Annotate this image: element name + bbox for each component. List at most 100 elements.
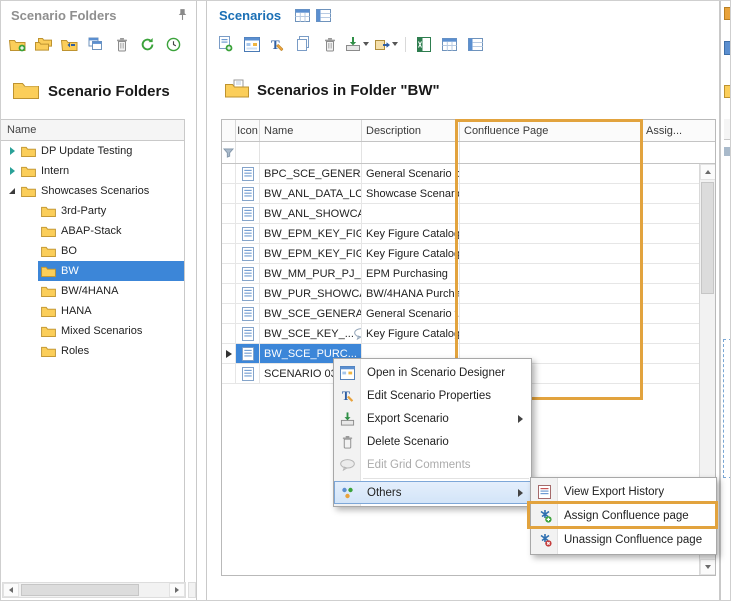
cell-confluence-page[interactable] bbox=[460, 284, 642, 303]
scroll-right-button[interactable] bbox=[169, 583, 185, 597]
scenario-row[interactable]: BW_MM_PUR_PJ_01 EPM Purchasing bbox=[222, 264, 715, 284]
cell-confluence-page[interactable] bbox=[460, 204, 642, 223]
collapse-icon[interactable] bbox=[6, 181, 18, 201]
cell-name[interactable]: BW_EPM_KEY_FIG... bbox=[260, 224, 362, 243]
cell-confluence-page[interactable] bbox=[460, 224, 642, 243]
cell-name[interactable]: BPC_SCE_GENERA... bbox=[260, 164, 362, 183]
cell-confluence-page[interactable] bbox=[460, 324, 642, 343]
tree-item-dp-update-testing[interactable]: DP Update Testing bbox=[1, 141, 184, 161]
export-excel-button[interactable] bbox=[413, 34, 434, 55]
pin-icon[interactable] bbox=[174, 7, 191, 24]
cell-confluence-page[interactable] bbox=[460, 244, 642, 263]
open-designer-button[interactable] bbox=[241, 34, 262, 55]
scenario-row[interactable]: BW_ANL_SHOWCA... bbox=[222, 204, 715, 224]
cell-name[interactable]: BW_EPM_KEY_FIG... bbox=[260, 244, 362, 263]
tree-item-hana[interactable]: HANA bbox=[1, 301, 184, 321]
grid-view-icon[interactable] bbox=[295, 9, 310, 25]
menu-item-unassign-confluence-page[interactable]: Unassign Confluence page bbox=[531, 528, 716, 552]
menu-item-assign-confluence-page[interactable]: Assign Confluence page bbox=[531, 504, 716, 528]
cell-description[interactable] bbox=[362, 204, 460, 223]
tree-item-bw[interactable]: BW bbox=[1, 261, 184, 281]
filter-cell-name[interactable] bbox=[260, 142, 362, 163]
tree-item-3rd-party[interactable]: 3rd-Party bbox=[1, 201, 184, 221]
menu-item-view-export-history[interactable]: View Export History bbox=[531, 480, 716, 504]
cell-name[interactable]: BW_MM_PUR_PJ_01 bbox=[260, 264, 362, 283]
tree-item-intern[interactable]: Intern bbox=[1, 161, 184, 181]
tree-item-mixed-scenarios[interactable]: Mixed Scenarios bbox=[1, 321, 184, 341]
scrollbar-thumb[interactable] bbox=[21, 584, 139, 596]
tree-item-showcases-scenarios[interactable]: Showcases Scenarios bbox=[1, 181, 184, 201]
tree-horizontal-scrollbar[interactable] bbox=[2, 582, 186, 598]
tree-item-bw4hana[interactable]: BW/4HANA bbox=[1, 281, 184, 301]
cell-name[interactable]: BW_ANL_SHOWCA... bbox=[260, 204, 362, 223]
cell-confluence-page[interactable] bbox=[460, 304, 642, 323]
filter-cell-icon[interactable] bbox=[236, 142, 260, 163]
cell-description[interactable]: Key Figure Catalog bbox=[362, 244, 460, 263]
delete-scenario-button[interactable] bbox=[319, 34, 340, 55]
table-layout-button[interactable] bbox=[439, 34, 460, 55]
tree-name-column-header[interactable]: Name bbox=[1, 120, 184, 141]
new-folder-button[interactable] bbox=[7, 34, 28, 55]
copy-folder-button[interactable] bbox=[33, 34, 54, 55]
scrollbar-thumb[interactable] bbox=[701, 182, 714, 294]
cell-name[interactable]: BW_PUR_SHOWCA... bbox=[260, 284, 362, 303]
scenario-row[interactable]: BW_EPM_KEY_FIG... Key Figure Catalog... bbox=[222, 224, 715, 244]
menu-item-open-in-scenario-designer[interactable]: Open in Scenario Designer bbox=[334, 361, 531, 384]
column-header-confluence-page[interactable]: Confluence Page bbox=[460, 120, 642, 141]
menu-item-edit-scenario-properties[interactable]: T Edit Scenario Properties bbox=[334, 384, 531, 407]
filter-cell-assign[interactable] bbox=[642, 142, 715, 163]
edit-properties-button[interactable]: T bbox=[267, 34, 288, 55]
cell-confluence-page[interactable] bbox=[460, 164, 642, 183]
filter-funnel-icon[interactable] bbox=[223, 148, 234, 158]
scrollbar-track[interactable] bbox=[19, 583, 169, 597]
tree-item-bo[interactable]: BO bbox=[1, 241, 184, 261]
column-header-assign[interactable]: Assig... bbox=[642, 120, 715, 141]
cell-description[interactable]: EPM Purchasing bbox=[362, 264, 460, 283]
cell-description[interactable]: Showcase Scenario... bbox=[362, 184, 460, 203]
delete-folder-button[interactable] bbox=[111, 34, 132, 55]
column-layout-button[interactable] bbox=[465, 34, 486, 55]
column-header-name[interactable]: Name bbox=[260, 120, 362, 141]
expand-icon[interactable] bbox=[6, 141, 18, 161]
menu-item-export-scenario[interactable]: Export Scenario bbox=[334, 407, 531, 430]
folder-properties-button[interactable] bbox=[85, 34, 106, 55]
export-scenario-button[interactable] bbox=[345, 36, 369, 52]
scroll-left-button[interactable] bbox=[3, 583, 19, 597]
copy-scenario-button[interactable] bbox=[293, 34, 314, 55]
menu-item-delete-scenario[interactable]: Delete Scenario bbox=[334, 430, 531, 453]
cell-description[interactable]: BW/4HANA Purcha... bbox=[362, 284, 460, 303]
scenario-row[interactable]: BW_PUR_SHOWCA... BW/4HANA Purcha... bbox=[222, 284, 715, 304]
cell-description[interactable]: General Scenario f... bbox=[362, 304, 460, 323]
card-view-icon[interactable] bbox=[316, 9, 331, 25]
cell-name[interactable]: BW_SCE_GENERAL... bbox=[260, 304, 362, 323]
scenario-row[interactable]: BW_EPM_KEY_FIG... Key Figure Catalog bbox=[222, 244, 715, 264]
scenario-row[interactable]: BW_SCE_KEY_... Key Figure Catalog... bbox=[222, 324, 715, 344]
import-folder-button[interactable] bbox=[59, 34, 80, 55]
column-header-description[interactable]: Description bbox=[362, 120, 460, 141]
scenario-row[interactable]: BPC_SCE_GENERA... General Scenario o... bbox=[222, 164, 715, 184]
cell-confluence-page[interactable] bbox=[460, 264, 642, 283]
cell-description[interactable]: Key Figure Catalog... bbox=[362, 224, 460, 243]
menu-item-others[interactable]: Others bbox=[334, 481, 531, 504]
panel-splitter[interactable] bbox=[197, 1, 206, 600]
tree-item-abap-stack[interactable]: ABAP-Stack bbox=[1, 221, 184, 241]
cell-description[interactable]: General Scenario o... bbox=[362, 164, 460, 183]
filter-cell-confluence[interactable] bbox=[460, 142, 642, 163]
cell-name[interactable]: BW_SCE_KEY_... bbox=[260, 324, 362, 343]
cell-name[interactable]: BW_ANL_DATA_LO... bbox=[260, 184, 362, 203]
scenario-row[interactable]: BW_ANL_DATA_LO... Showcase Scenario... bbox=[222, 184, 715, 204]
scroll-up-button[interactable] bbox=[700, 164, 716, 180]
filter-cell-description[interactable] bbox=[362, 142, 460, 163]
cell-description[interactable]: Key Figure Catalog... bbox=[362, 324, 460, 343]
transport-button[interactable] bbox=[374, 37, 398, 52]
scenario-row[interactable]: BW_SCE_GENERAL... General Scenario f... bbox=[222, 304, 715, 324]
cell-confluence-page[interactable] bbox=[460, 184, 642, 203]
column-header-icon[interactable]: Icon bbox=[236, 120, 260, 141]
comment-bubble-icon[interactable] bbox=[354, 328, 362, 340]
refresh-button[interactable] bbox=[137, 34, 158, 55]
pending-changes-button[interactable] bbox=[163, 34, 184, 55]
expand-icon[interactable] bbox=[6, 161, 18, 181]
scroll-down-button[interactable] bbox=[700, 559, 716, 575]
new-scenario-button[interactable] bbox=[215, 34, 236, 55]
tree-item-roles[interactable]: Roles bbox=[1, 341, 184, 361]
